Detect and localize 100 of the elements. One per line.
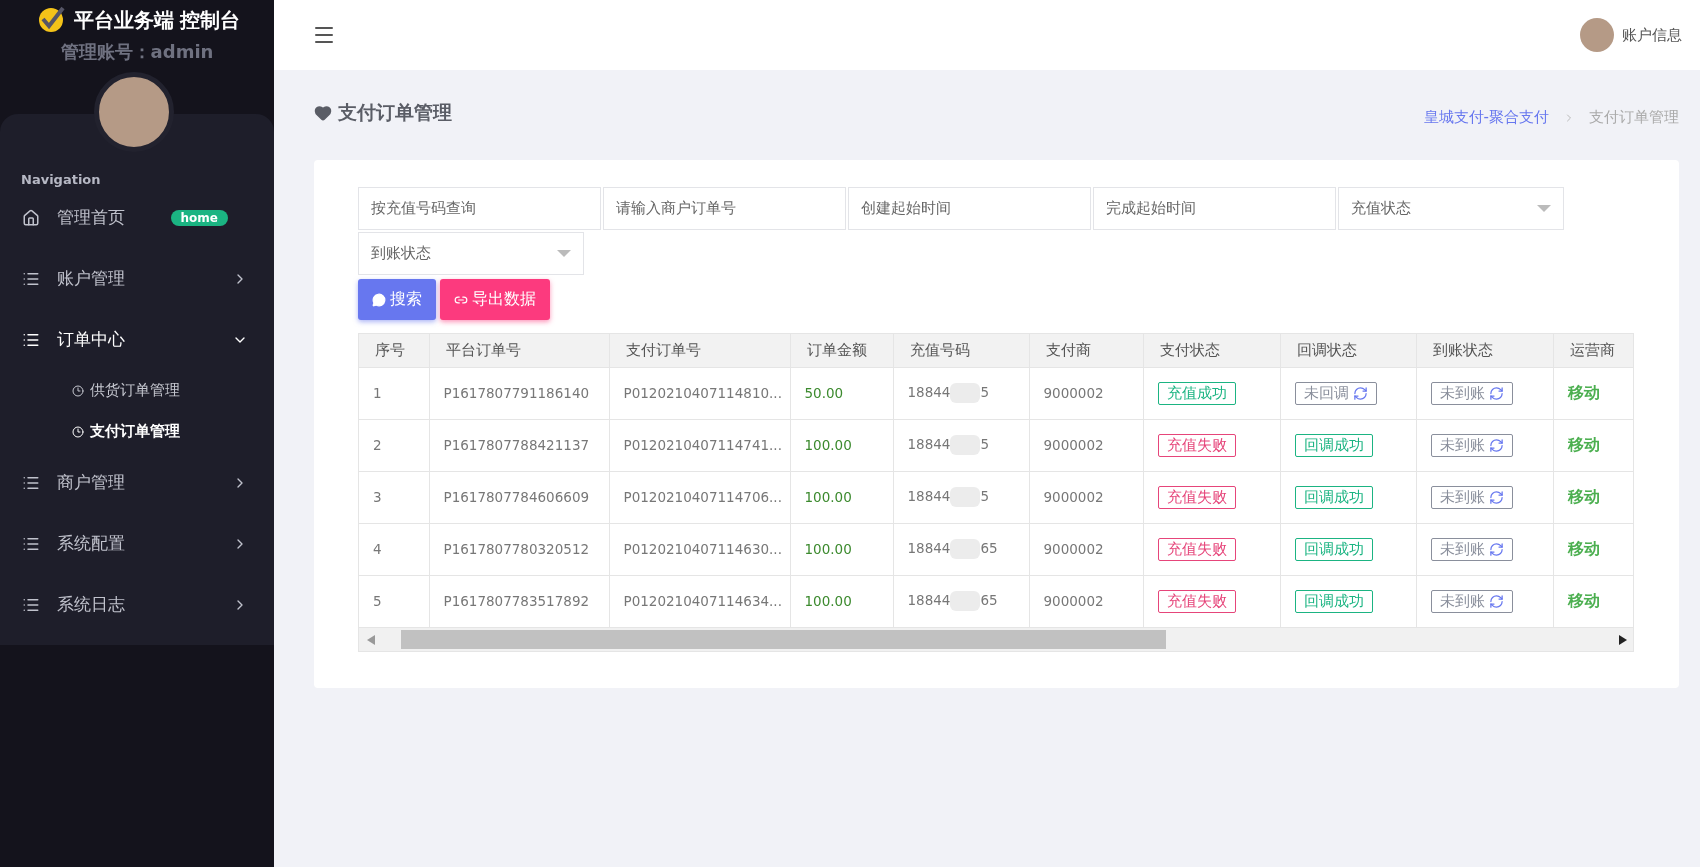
table-cell: 1 (359, 367, 429, 419)
scroll-thumb[interactable] (401, 630, 1166, 649)
column-header: 充值号码 (893, 334, 1029, 367)
nav-item[interactable]: 账户管理 (0, 248, 274, 309)
status-tag: 充值失败 (1157, 433, 1236, 457)
column-header: 到账状态 (1416, 334, 1553, 367)
status-tag: 回调成功 (1294, 433, 1373, 457)
refresh-icon[interactable] (1488, 385, 1504, 401)
phone-start-text: 18844 (907, 384, 951, 400)
phone-end-text: 5 (980, 436, 990, 452)
phone-end-text: 5 (980, 488, 990, 504)
column-header: 序号 (359, 334, 429, 367)
input-field[interactable]: 请输入商户订单号 (603, 187, 846, 230)
table-cell: P1617807784606609 (429, 471, 609, 523)
amount-text: 100.00 (804, 489, 852, 505)
account-label: 管理账号：admin (60, 40, 214, 64)
table-cell: P0120210407114741... (609, 419, 790, 471)
table-cell: 9000002 (1029, 471, 1143, 523)
status-tag: 充值成功 (1157, 381, 1236, 405)
nav-subitem[interactable]: 支付订单管理 (0, 411, 274, 452)
refresh-icon[interactable] (1488, 593, 1504, 609)
phone-end-text: 5 (980, 384, 990, 400)
status-tag: 未回调 (1294, 381, 1377, 405)
chat-bubble-icon (372, 292, 386, 307)
nav-item[interactable]: 系统配置 (0, 513, 274, 574)
caret-icon (1537, 204, 1551, 213)
refresh-icon[interactable] (1488, 489, 1504, 505)
table-cell: P0120210407114810... (609, 367, 790, 419)
column-header: 回调状态 (1280, 334, 1416, 367)
column-header: 平台订单号 (429, 334, 609, 367)
home-badge: home (170, 209, 228, 226)
status-tag: 回调成功 (1294, 589, 1373, 613)
status-tag: 未到账 (1430, 485, 1513, 509)
nav-item[interactable]: 订单中心 (0, 309, 274, 370)
user-avatar[interactable] (1580, 18, 1614, 52)
amount-text: 100.00 (804, 541, 852, 557)
breadcrumb-item: 支付订单管理 (1589, 108, 1679, 127)
clock-icon (72, 425, 84, 438)
page-title: 支付订单管理 (338, 100, 452, 125)
amount-text: 50.00 (804, 385, 844, 401)
account-link[interactable]: 账户信息 (1622, 25, 1682, 45)
table-cell: P0120210407114630... (609, 523, 790, 575)
column-header: 支付商 (1029, 334, 1143, 367)
column-header: 订单金额 (790, 334, 893, 367)
input-field[interactable]: 创建起始时间 (848, 187, 1091, 230)
column-header: 运营商 (1553, 334, 1633, 367)
status-tag: 未到账 (1430, 537, 1513, 561)
scroll-right-icon[interactable] (1619, 634, 1627, 645)
carrier-text: 移动 (1567, 590, 1600, 610)
status-tag: 未到账 (1430, 381, 1513, 405)
table-cell: 2 (359, 419, 429, 471)
caret-icon (557, 249, 571, 258)
brand-title: 平台业务端 控制台 (73, 6, 241, 34)
home-icon (22, 208, 40, 227)
status-tag: 回调成功 (1294, 537, 1373, 561)
table-cell: 9000002 (1029, 419, 1143, 471)
refresh-icon[interactable] (1488, 541, 1504, 557)
status-tag: 回调成功 (1294, 485, 1373, 509)
carrier-text: 移动 (1567, 434, 1600, 454)
status-tag: 充值失败 (1157, 589, 1236, 613)
breadcrumb-item[interactable]: 皇城支付-聚合支付 (1423, 108, 1549, 127)
table-cell: P1617807791186140 (429, 367, 609, 419)
status-tag: 未到账 (1430, 433, 1513, 457)
refresh-icon[interactable] (1352, 385, 1368, 401)
phone-start-text: 18844 (907, 436, 951, 452)
carrier-text: 移动 (1567, 538, 1600, 558)
table-cell: P1617807788421137 (429, 419, 609, 471)
column-header: 支付状态 (1143, 334, 1280, 367)
nav-item[interactable]: 商户管理 (0, 452, 274, 513)
amount-text: 100.00 (804, 437, 852, 453)
nav-subitem[interactable]: 供货订单管理 (0, 370, 274, 411)
select-field[interactable]: 到账状态 (358, 232, 584, 275)
status-tag: 充值失败 (1157, 485, 1236, 509)
heart-icon (314, 104, 332, 122)
scroll-left-icon[interactable] (367, 634, 375, 645)
input-field[interactable]: 按充值号码查询 (358, 187, 601, 230)
column-header: 支付订单号 (609, 334, 790, 367)
search-button[interactable]: 搜索 (358, 279, 436, 320)
input-field[interactable]: 完成起始时间 (1093, 187, 1336, 230)
table-cell: P1617807780320512 (429, 523, 609, 575)
phone-start-text: 18844 (907, 592, 951, 609)
nav-item[interactable]: 系统日志 (0, 574, 274, 635)
select-field[interactable]: 充值状态 (1338, 187, 1564, 230)
carrier-text: 移动 (1567, 382, 1600, 402)
status-tag: 充值失败 (1157, 537, 1236, 561)
horizontal-scrollbar[interactable] (359, 627, 1633, 651)
clock-icon (72, 384, 84, 397)
status-tag: 未到账 (1430, 589, 1513, 613)
refresh-icon[interactable] (1488, 437, 1504, 453)
phone-end-text: 65 (980, 592, 998, 609)
carrier-text: 移动 (1567, 486, 1600, 506)
table-cell: P0120210407114706... (609, 471, 790, 523)
table-cell: 9000002 (1029, 523, 1143, 575)
phone-end-text: 65 (980, 540, 998, 556)
table-cell: 9000002 (1029, 367, 1143, 419)
nav-item[interactable]: 管理首页 home (0, 187, 274, 248)
table-cell: 3 (359, 471, 429, 523)
table-cell: 4 (359, 523, 429, 575)
phone-start-text: 18844 (907, 540, 951, 556)
nav-heading: Navigation (20, 172, 102, 187)
